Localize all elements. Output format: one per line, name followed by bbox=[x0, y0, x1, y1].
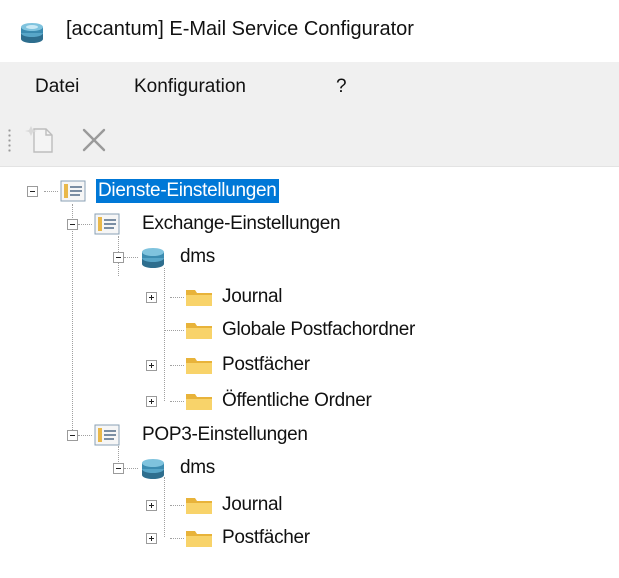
server-stack-icon bbox=[21, 23, 43, 43]
collapse-toggle[interactable] bbox=[113, 463, 124, 474]
tree-node-dms-exchange[interactable]: dms bbox=[178, 245, 217, 269]
tree-node-journal-pop3[interactable]: Journal bbox=[220, 493, 284, 517]
close-x-icon bbox=[82, 128, 106, 152]
menu-datei[interactable]: Datei bbox=[32, 76, 82, 98]
collapse-toggle[interactable] bbox=[67, 219, 78, 230]
folder-icon bbox=[186, 323, 212, 339]
tree-node-exchange-einstellungen[interactable]: Exchange-Einstellungen bbox=[140, 212, 342, 236]
collapse-toggle[interactable] bbox=[67, 430, 78, 441]
toolbar-grip[interactable] bbox=[8, 128, 11, 154]
folder-icon bbox=[186, 498, 212, 514]
folder-icon bbox=[186, 358, 212, 374]
folder-icon bbox=[186, 394, 212, 410]
tree-node-dms-pop3[interactable]: dms bbox=[178, 456, 217, 480]
tree-node-journal[interactable]: Journal bbox=[220, 285, 284, 309]
menu-help[interactable]: ? bbox=[333, 76, 350, 98]
new-button[interactable] bbox=[24, 122, 60, 158]
expand-toggle[interactable] bbox=[146, 360, 157, 371]
expand-toggle[interactable] bbox=[146, 396, 157, 407]
menu-konfiguration[interactable]: Konfiguration bbox=[131, 76, 249, 98]
window-title: [accantum] E-Mail Service Configurator bbox=[66, 18, 414, 40]
tree-node-pop3-einstellungen[interactable]: POP3-Einstellungen bbox=[140, 423, 310, 447]
menu-bar: Datei Konfiguration ? bbox=[0, 62, 619, 114]
delete-button[interactable] bbox=[76, 122, 112, 158]
toolbar bbox=[0, 114, 619, 167]
settings-list-icon bbox=[60, 180, 86, 202]
tree-node-globale-postfachordner[interactable]: Globale Postfachordner bbox=[220, 318, 417, 342]
settings-list-icon bbox=[94, 213, 120, 235]
expand-toggle[interactable] bbox=[146, 533, 157, 544]
tree-node-postfaecher-pop3[interactable]: Postfächer bbox=[220, 526, 312, 550]
tree-node-dienste-einstellungen[interactable]: Dienste-Einstellungen bbox=[96, 179, 279, 203]
settings-tree[interactable]: Dienste-Einstellungen Exchange-Einstellu… bbox=[0, 167, 619, 578]
tree-node-postfaecher[interactable]: Postfächer bbox=[220, 353, 312, 377]
server-stack-icon bbox=[142, 459, 164, 479]
collapse-toggle[interactable] bbox=[27, 186, 38, 197]
title-bar: [accantum] E-Mail Service Configurator bbox=[0, 0, 619, 62]
expand-toggle[interactable] bbox=[146, 500, 157, 511]
expand-toggle[interactable] bbox=[146, 292, 157, 303]
folder-icon bbox=[186, 531, 212, 547]
folder-icon bbox=[186, 290, 212, 306]
server-stack-icon bbox=[142, 248, 164, 268]
new-document-icon bbox=[25, 126, 53, 153]
settings-list-icon bbox=[94, 424, 120, 446]
tree-node-oeffentliche-ordner[interactable]: Öffentliche Ordner bbox=[220, 389, 374, 413]
collapse-toggle[interactable] bbox=[113, 252, 124, 263]
